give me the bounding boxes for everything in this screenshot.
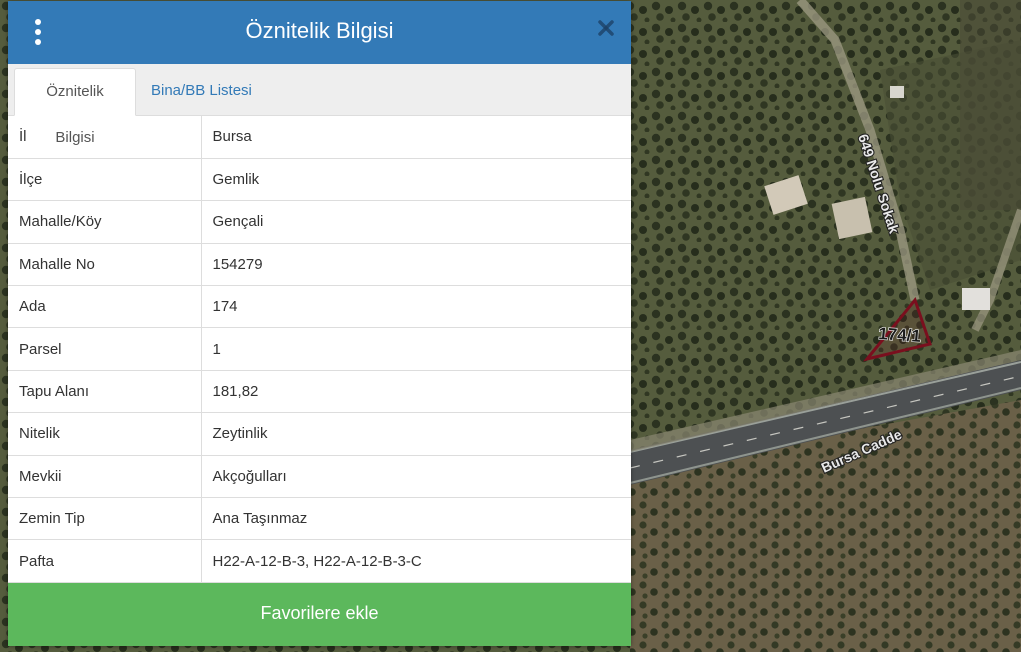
row-value: 1 [201,327,631,371]
tab-bar: Öznitelik Bilgisi Bina/BB Listesi [8,64,631,146]
close-icon[interactable] [597,19,615,37]
row-key: Mevkii [8,455,202,499]
table-row: Parsel 1 [8,327,631,371]
row-key: Parsel [8,327,202,371]
row-key: Zemin Tip [8,497,202,541]
table-row: Zemin Tip Ana Taşınmaz [8,497,631,541]
add-favorite-button[interactable]: Favorilere ekle [8,583,631,646]
row-value: Gençali [201,200,631,244]
table-row: İlçe Gemlik [8,158,631,202]
table-row: Ada 174 [8,285,631,329]
table-row: Mahalle No 154279 [8,243,631,287]
row-value: H22-A-12-B-3, H22-A-12-B-3-C [201,539,631,583]
panel-header: Öznitelik Bilgisi [8,1,631,64]
row-value: 154279 [201,243,631,287]
parcel-label[interactable]: 174/1 [877,323,922,346]
tab-attribute-info[interactable]: Öznitelik Bilgisi [14,68,136,146]
row-key: İlçe [8,158,202,202]
attribute-table: İl Bursa İlçe Gemlik Mahalle/Köy Gençali Ma… [8,116,631,583]
row-value: Zeytinlik [201,412,631,456]
row-value: 181,82 [201,370,631,414]
table-row: Mevkii Akçoğulları [8,455,631,499]
row-key: Mahalle No [8,243,202,287]
row-key: Ada [8,285,202,329]
table-row: Tapu Alanı 181,82 [8,370,631,414]
row-value: 174 [201,285,631,329]
row-key: Tapu Alanı [8,370,202,414]
table-row: Nitelik Zeytinlik [8,412,631,456]
row-value: Bursa [201,116,631,159]
row-key: İl [8,116,202,159]
table-row: Pafta H22-A-12-B-3, H22-A-12-B-3-C [8,539,631,583]
row-value: Ana Taşınmaz [201,497,631,541]
table-row: Mahalle/Köy Gençali [8,200,631,244]
row-value: Gemlik [201,158,631,202]
tab-building-list[interactable]: Bina/BB Listesi [141,68,262,116]
table-row: İl Bursa [8,116,631,159]
row-key: Mahalle/Köy [8,200,202,244]
attribute-panel: Öznitelik Bilgisi Öznitelik Bilgisi Bina… [8,1,631,646]
row-value: Akçoğulları [201,455,631,499]
row-key: Nitelik [8,412,202,456]
panel-title: Öznitelik Bilgisi [245,18,394,43]
row-key: Pafta [8,539,202,583]
